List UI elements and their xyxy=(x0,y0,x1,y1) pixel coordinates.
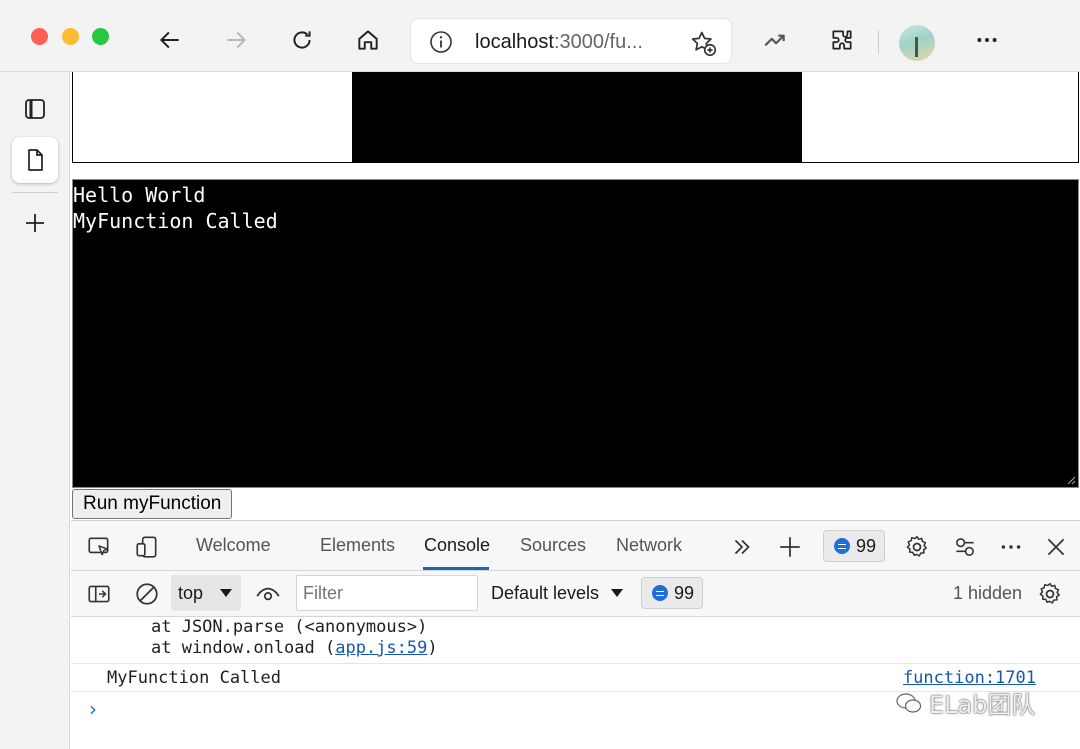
output-line: MyFunction Called xyxy=(73,209,278,233)
console-filter-input[interactable] xyxy=(296,575,478,611)
devtools-more-icon[interactable] xyxy=(997,533,1025,561)
output-line: Hello World xyxy=(73,183,206,207)
close-window-button[interactable] xyxy=(31,28,48,45)
tab-welcome[interactable]: Welcome xyxy=(196,535,271,556)
message-bubble-icon xyxy=(652,585,668,601)
resize-handle-icon[interactable] xyxy=(1066,475,1076,485)
active-tab-indicator xyxy=(423,567,489,570)
tab-actions-icon[interactable] xyxy=(12,86,58,132)
console-settings-gear-icon[interactable] xyxy=(1036,580,1064,608)
sidebar-divider xyxy=(12,192,58,193)
drawing-canvas xyxy=(72,72,1079,163)
page-tab-icon[interactable] xyxy=(12,137,58,183)
vertical-tabs-sidebar xyxy=(0,72,70,749)
tab-console[interactable]: Console xyxy=(424,535,490,556)
stack-source-link[interactable]: app.js:59 xyxy=(335,638,427,658)
page-content: Hello World MyFunction Called Run myFunc… xyxy=(71,72,1080,520)
toolbar-divider xyxy=(878,30,879,54)
console-sidebar-toggle-icon[interactable] xyxy=(85,580,113,608)
clear-console-icon[interactable] xyxy=(133,580,161,608)
tab-network[interactable]: Network xyxy=(616,535,682,556)
hidden-messages-count: 1 hidden xyxy=(953,583,1023,603)
info-icon[interactable] xyxy=(429,30,453,54)
console-output: at JSON.parse (<anonymous>) at window.onl… xyxy=(71,617,1080,749)
back-icon[interactable] xyxy=(152,22,188,58)
new-tab-icon[interactable] xyxy=(12,200,58,246)
output-textarea[interactable]: Hello World MyFunction Called xyxy=(72,179,1079,488)
context-selector[interactable]: top xyxy=(171,575,241,611)
favorite-add-icon[interactable] xyxy=(689,29,717,57)
devtools-tab-bar: Welcome Elements Console Sources Network… xyxy=(71,521,1080,571)
more-icon[interactable] xyxy=(969,22,1005,58)
console-row-divider xyxy=(71,663,1080,664)
url-text[interactable]: localhost:3000/fu... xyxy=(475,31,643,54)
settings-gear-icon[interactable] xyxy=(903,533,931,561)
run-myfunction-button[interactable]: Run myFunction xyxy=(72,489,233,519)
console-messages-badge[interactable]: 99 xyxy=(641,577,704,609)
refresh-icon[interactable] xyxy=(284,22,320,58)
browser-toolbar: localhost:3000/fu... xyxy=(0,0,1080,72)
tab-sources[interactable]: Sources xyxy=(520,535,586,556)
device-emulation-icon[interactable] xyxy=(133,533,161,561)
dropdown-caret-icon xyxy=(611,589,624,597)
performance-icon[interactable] xyxy=(757,22,793,58)
add-tab-icon[interactable] xyxy=(776,533,804,561)
wechat-icon xyxy=(896,692,922,713)
address-bar[interactable]: localhost:3000/fu... xyxy=(410,18,732,64)
profile-avatar[interactable] xyxy=(899,25,935,61)
console-prompt-icon[interactable]: › xyxy=(89,697,97,721)
error-stack-trace: at JSON.parse (<anonymous>) at window.onl… xyxy=(151,617,438,658)
more-tabs-icon[interactable] xyxy=(728,533,756,561)
issues-badge[interactable]: 99 xyxy=(823,530,886,562)
home-icon[interactable] xyxy=(350,22,386,58)
dropdown-caret-icon xyxy=(220,589,232,597)
console-toolbar: top Default levels 99 1 hidden xyxy=(71,571,1080,617)
inspect-element-icon[interactable] xyxy=(85,533,113,561)
log-levels-dropdown[interactable]: Default levels xyxy=(491,583,624,604)
console-message: MyFunction Called xyxy=(107,668,281,688)
live-expression-eye-icon[interactable] xyxy=(254,580,282,608)
customize-icon[interactable] xyxy=(951,533,979,561)
maximize-window-button[interactable] xyxy=(92,28,109,45)
watermark: ELab团队 xyxy=(895,685,1035,720)
message-bubble-icon xyxy=(834,538,850,554)
extensions-icon[interactable] xyxy=(824,22,860,58)
minimize-window-button[interactable] xyxy=(62,28,79,45)
tab-elements[interactable]: Elements xyxy=(320,535,395,556)
close-devtools-icon[interactable] xyxy=(1042,533,1070,561)
forward-icon[interactable] xyxy=(218,22,254,58)
canvas-black-rect xyxy=(352,72,802,162)
